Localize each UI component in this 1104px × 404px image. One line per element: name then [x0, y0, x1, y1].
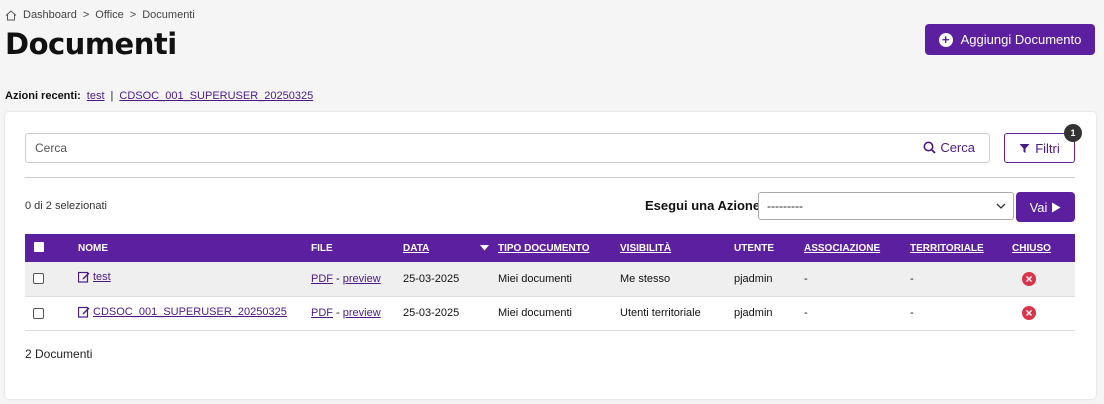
utente-cell: pjadmin: [734, 272, 773, 285]
search-button[interactable]: Cerca: [923, 140, 975, 155]
row-checkbox[interactable]: [33, 273, 44, 285]
breadcrumb-current: Documenti: [142, 9, 195, 21]
tipo-cell: Miei documenti: [498, 272, 572, 285]
filters-label: Filtri: [1035, 140, 1060, 156]
close-circle-icon: [1022, 306, 1036, 320]
preview-link[interactable]: preview: [343, 273, 381, 285]
column-header-associazione[interactable]: ASSOCIAZIONE: [804, 234, 910, 262]
action-label: Esegui una Azione:: [645, 198, 765, 213]
column-header-nome: NOME: [78, 242, 108, 254]
sort-down-icon: [479, 244, 489, 250]
preview-link[interactable]: preview: [343, 307, 381, 319]
recent-action-link-test[interactable]: test: [87, 90, 105, 102]
row-checkbox[interactable]: [33, 307, 44, 319]
go-button-label: Vai: [1029, 199, 1048, 215]
recent-actions-label: Azioni recenti:: [5, 90, 81, 102]
recent-actions: Azioni recenti: test | CDSOC_001_SUPERUS…: [5, 90, 313, 102]
go-button[interactable]: Vai: [1016, 192, 1075, 222]
selection-count: 0 di 2 selezionati: [25, 200, 107, 212]
associazione-cell: -: [804, 272, 808, 285]
document-name-link[interactable]: test: [78, 271, 111, 283]
column-header-visibilita[interactable]: VISIBILITÀ: [620, 234, 734, 262]
action-select[interactable]: ---------: [758, 192, 1014, 220]
recent-separator: |: [110, 90, 114, 102]
column-header-chiuso[interactable]: CHIUSO: [1012, 234, 1075, 262]
breadcrumb-office[interactable]: Office: [95, 9, 124, 21]
date-cell: 25-03-2025: [403, 307, 460, 319]
file-separator: -: [333, 272, 343, 285]
search-button-label: Cerca: [940, 140, 975, 155]
pdf-link[interactable]: PDF: [311, 307, 333, 319]
breadcrumb: Dashboard > Office > Documenti: [5, 9, 195, 21]
plus-circle-icon: +: [938, 32, 953, 47]
territoriale-cell: -: [910, 272, 914, 285]
play-icon: [1052, 202, 1061, 212]
pdf-link[interactable]: PDF: [311, 273, 333, 285]
table-row: test PDF - preview 25-03-2025 Miei docum…: [25, 262, 1075, 296]
add-document-label: Aggiungi Documento: [960, 32, 1082, 47]
search-icon: [923, 141, 936, 154]
documents-count: 2 Documenti: [25, 347, 93, 361]
column-header-territoriale[interactable]: TERRITORIALE: [910, 234, 1012, 262]
associazione-cell: -: [804, 307, 808, 319]
visibilita-cell: Me stesso: [620, 272, 671, 285]
documents-table: NOME FILE DATA TIPO DOCUMENTO VISIBILITÀ…: [25, 234, 1075, 331]
close-circle-icon: [1022, 271, 1036, 286]
table-header-row: NOME FILE DATA TIPO DOCUMENTO VISIBILITÀ…: [25, 234, 1075, 262]
file-separator: -: [333, 307, 343, 319]
filter-count-badge: 1: [1064, 124, 1082, 142]
column-header-utente: UTENTE: [734, 242, 774, 254]
breadcrumb-separator: >: [82, 9, 90, 21]
utente-cell: pjadmin: [734, 307, 773, 319]
search-box: Cerca: [25, 133, 990, 163]
chevron-down-icon: [996, 203, 1006, 209]
home-icon: [5, 9, 17, 20]
visibilita-cell: Utenti territoriale: [620, 307, 701, 319]
divider: [25, 177, 1075, 178]
column-header-data[interactable]: DATA: [403, 234, 498, 262]
documents-card: Cerca Filtri 1 0 di 2 selezionati Esegui…: [5, 112, 1096, 399]
territoriale-cell: -: [910, 307, 914, 319]
column-header-file: FILE: [311, 242, 333, 254]
select-all-checkbox[interactable]: [34, 241, 44, 252]
column-header-tipo-documento[interactable]: TIPO DOCUMENTO: [498, 234, 620, 262]
search-input[interactable]: [26, 134, 906, 162]
filter-icon: [1019, 143, 1030, 153]
edit-icon: [78, 272, 90, 283]
document-name-link[interactable]: CDSOC_001_SUPERUSER_20250325: [78, 306, 287, 318]
breadcrumb-dashboard[interactable]: Dashboard: [23, 9, 77, 21]
recent-action-link-cdsoc[interactable]: CDSOC_001_SUPERUSER_20250325: [119, 90, 313, 102]
edit-icon: [78, 306, 90, 318]
add-document-button[interactable]: + Aggiungi Documento: [925, 24, 1095, 55]
action-select-value: ---------: [767, 199, 803, 213]
date-cell: 25-03-2025: [403, 272, 460, 285]
page-title: Documenti: [5, 27, 177, 61]
breadcrumb-separator: >: [129, 9, 137, 21]
table-row: CDSOC_001_SUPERUSER_20250325 PDF - previ…: [25, 296, 1075, 330]
tipo-cell: Miei documenti: [498, 307, 572, 319]
